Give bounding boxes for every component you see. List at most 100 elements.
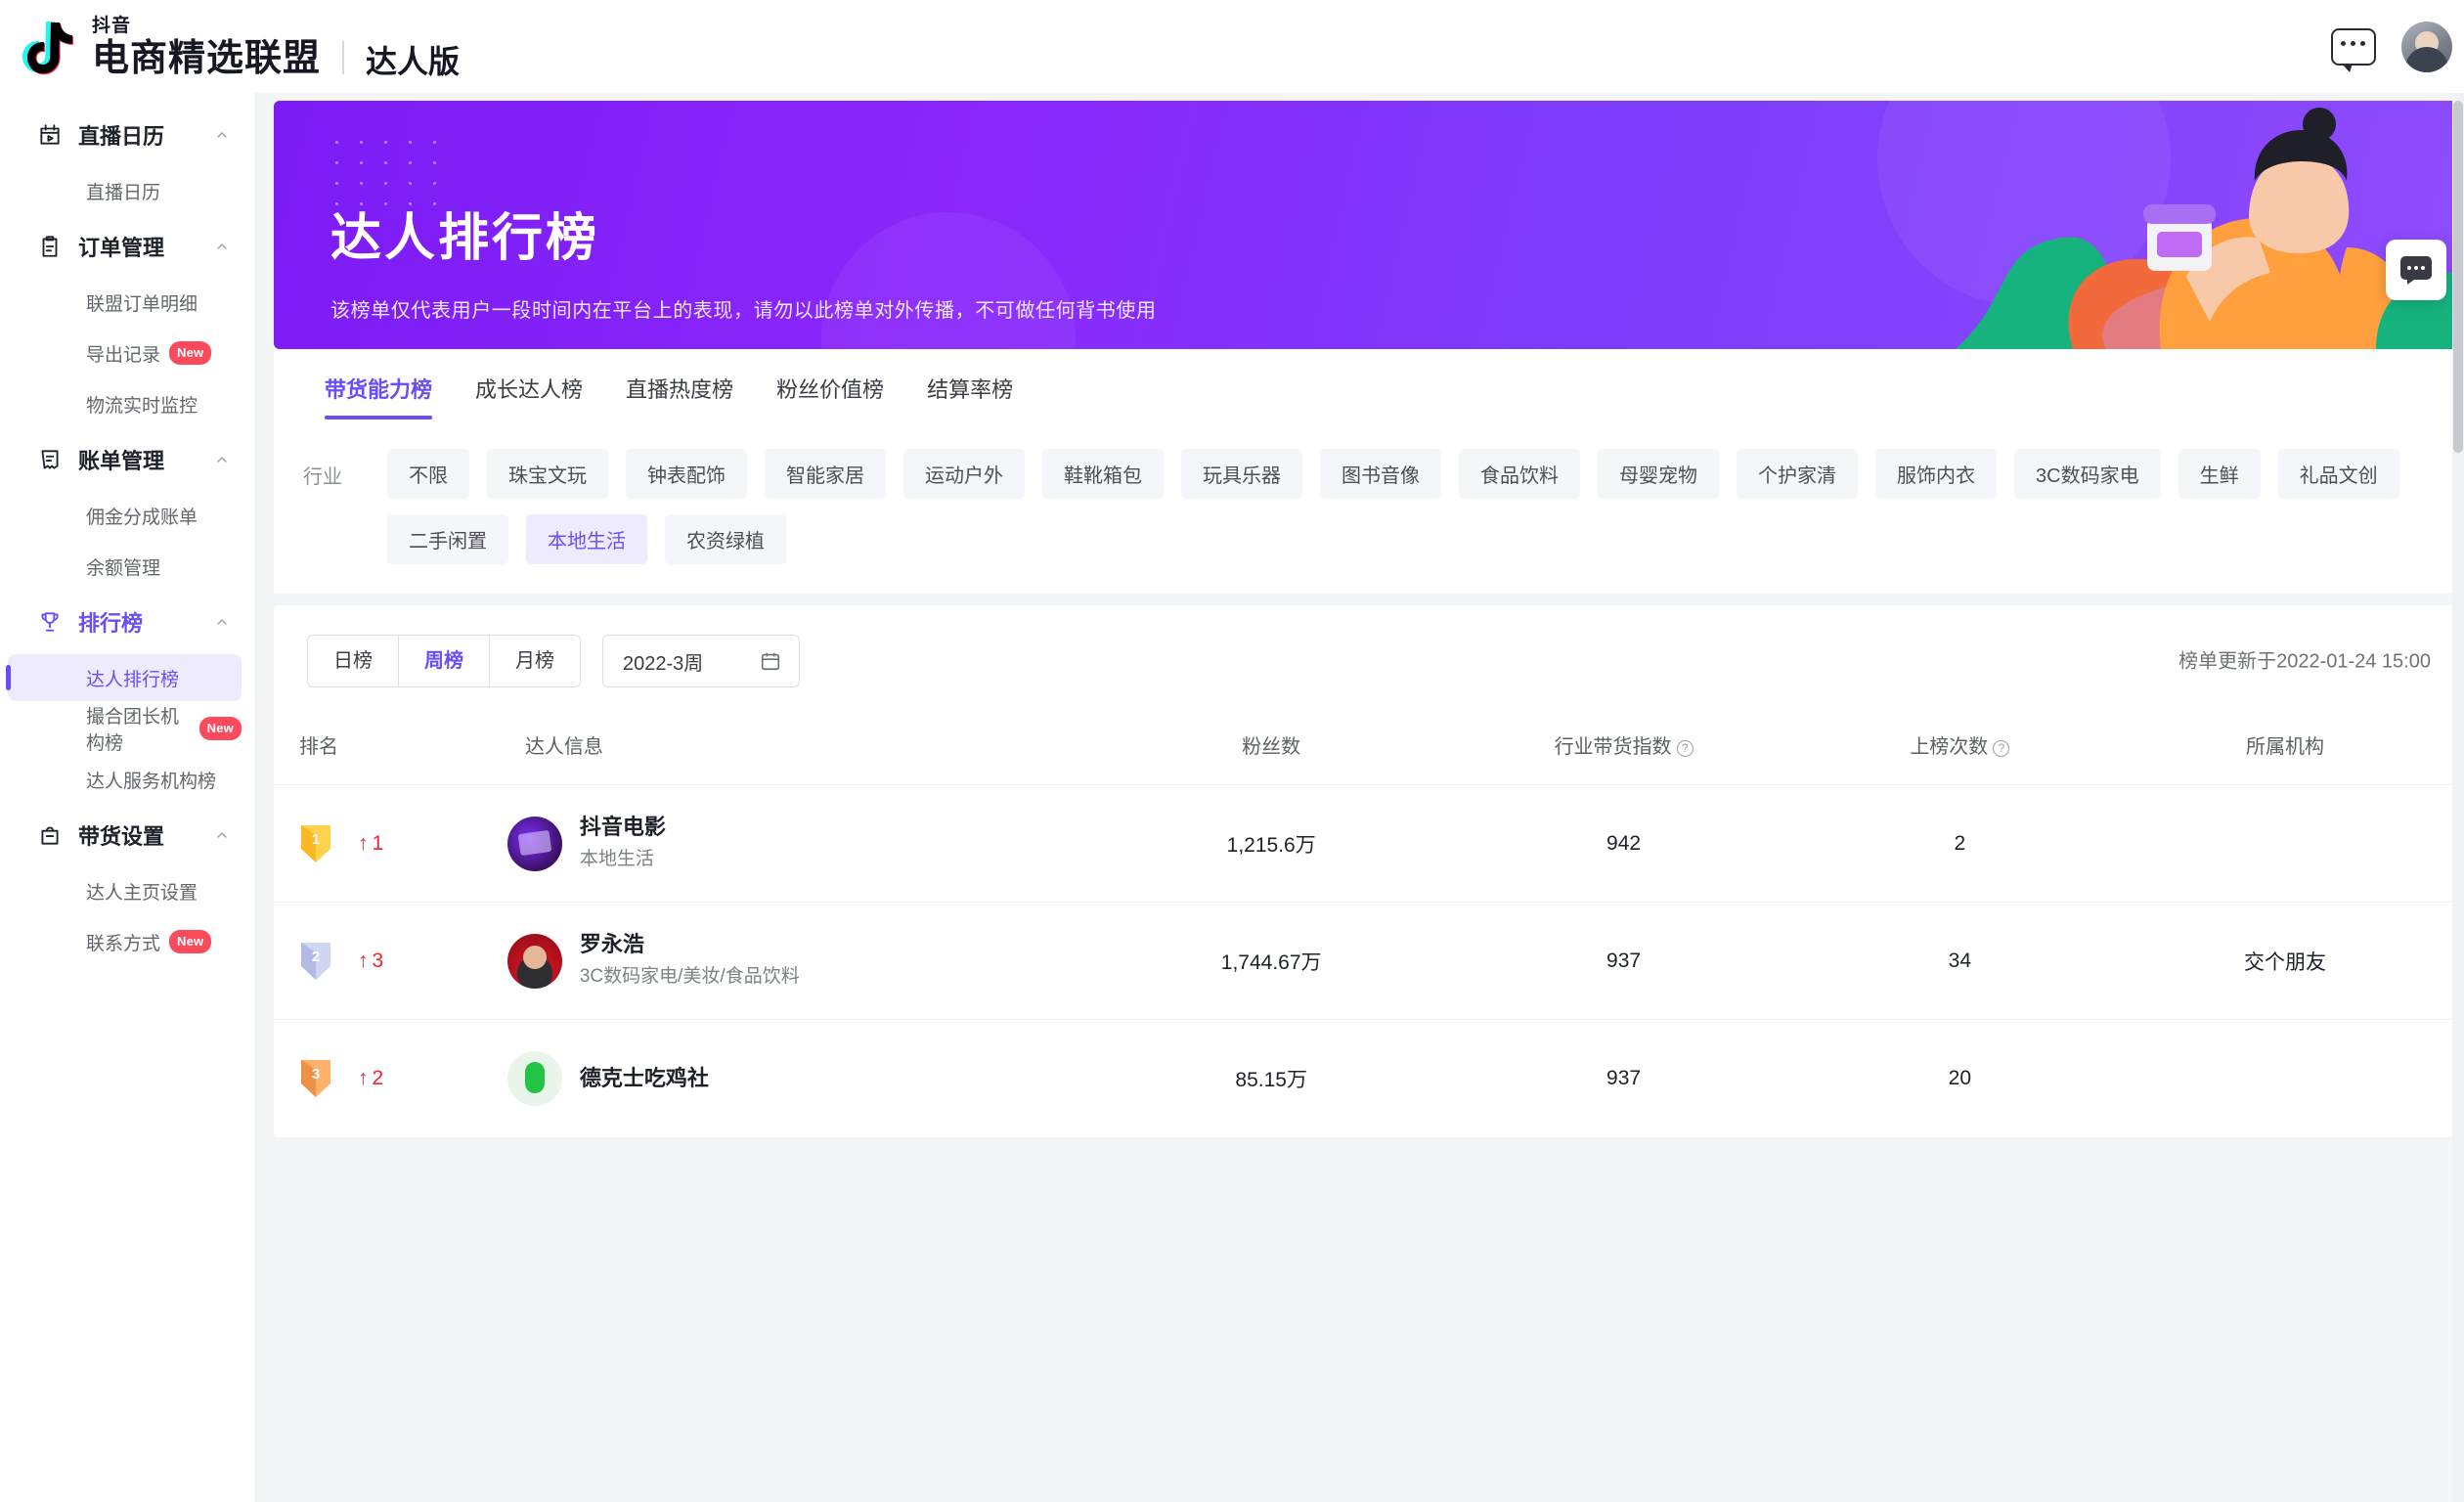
ranking-card: 日榜 周榜 月榜 2022-3周 榜单更新于2022-01-24 15:00 排… <box>274 605 2464 1137</box>
industry-chip-不限[interactable]: 不限 <box>387 449 469 499</box>
industry-chip-生鲜[interactable]: 生鲜 <box>2178 449 2261 499</box>
creator-name[interactable]: 罗永浩 <box>580 930 800 959</box>
douyin-movie-avatar[interactable] <box>506 816 562 871</box>
sidebar-group-直播日历[interactable]: 直播日历 <box>0 107 255 163</box>
column-header-label: 上榜次数 <box>1910 736 1989 758</box>
sidebar-item-联盟订单明细[interactable]: 联盟订单明细 <box>8 279 242 326</box>
tab-结算率榜[interactable]: 结算率榜 <box>905 349 1034 431</box>
tab-粉丝价值榜[interactable]: 粉丝价值榜 <box>755 349 905 431</box>
industry-chip-礼品文创[interactable]: 礼品文创 <box>2277 449 2399 499</box>
brand-superscript: 抖音 <box>92 15 132 36</box>
rank-delta-value: 1 <box>372 831 384 855</box>
cell-fans: 85.15万 <box>1108 1019 1434 1137</box>
medal-icon-bronze: 3 <box>299 1058 332 1099</box>
cell-index: 937 <box>1433 1019 1814 1137</box>
arrow-up-icon: ↑ <box>358 1066 369 1089</box>
tab-直播热度榜[interactable]: 直播热度榜 <box>604 349 755 431</box>
sidebar-item-label: 直播日历 <box>86 182 161 203</box>
period-周榜[interactable]: 周榜 <box>399 636 490 686</box>
chevron-up-icon[interactable] <box>214 239 230 254</box>
cell-creator: 德克士吃鸡社 <box>501 1019 1109 1137</box>
column-header-creator: 达人信息 <box>502 713 1109 785</box>
sidebar-item-余额管理[interactable]: 余额管理 <box>8 543 242 590</box>
industry-chip-个护家清[interactable]: 个护家清 <box>1737 449 1858 499</box>
sidebar-item-直播日历[interactable]: 直播日历 <box>8 167 242 214</box>
luoyonghao-avatar[interactable] <box>506 933 562 989</box>
table-row[interactable]: 1 ↑ 1 抖音电影 本地生活 1,215.6万 942 2 <box>274 784 2464 903</box>
clipboard-icon <box>37 234 63 259</box>
industry-chip-本地生活[interactable]: 本地生活 <box>526 514 647 564</box>
page-scrollbar-thumb[interactable] <box>2453 101 2463 453</box>
chat-bubble-icon[interactable] <box>2331 27 2376 72</box>
industry-chip-运动户外[interactable]: 运动户外 <box>903 449 1025 499</box>
cell-index: 937 <box>1433 902 1814 1020</box>
cell-org <box>2106 784 2464 903</box>
rank-delta: ↑ 3 <box>358 950 383 973</box>
date-picker[interactable]: 2022-3周 <box>602 635 801 687</box>
industry-chip-珠宝文玩[interactable]: 珠宝文玩 <box>487 449 608 499</box>
creator-category: 本地生活 <box>579 849 654 870</box>
sidebar-item-撮合团长机构榜[interactable]: 撮合团长机构榜 New <box>8 705 242 754</box>
sidebar-group-带货设置[interactable]: 带货设置 <box>0 807 255 863</box>
avatar[interactable] <box>2401 21 2452 72</box>
sidebar-item-导出记录[interactable]: 导出记录 New <box>8 330 242 376</box>
top-bar: 抖音 电商精选联盟 达人版 <box>0 0 2464 93</box>
brand-logo[interactable]: 抖音 电商精选联盟 达人版 <box>18 16 461 79</box>
chevron-up-icon[interactable] <box>214 827 230 843</box>
industry-chip-服饰内衣[interactable]: 服饰内衣 <box>1875 449 1997 499</box>
sidebar-item-达人主页设置[interactable]: 达人主页设置 <box>8 867 242 914</box>
sidebar-item-达人服务机构榜[interactable]: 达人服务机构榜 <box>8 756 242 803</box>
sidebar-item-物流实时监控[interactable]: 物流实时监控 <box>8 380 242 427</box>
industry-chip-鞋靴箱包[interactable]: 鞋靴箱包 <box>1042 449 1164 499</box>
cell-rank: 3 ↑ 2 <box>274 1019 502 1137</box>
tabs-panel: 带货能力榜 成长达人榜 直播热度榜 粉丝价值榜 结算率榜 行业 不限 珠宝文玩 钟表配饰 智能… <box>274 349 2464 594</box>
brand-divider <box>342 40 345 74</box>
industry-filter: 行业 不限 珠宝文玩 钟表配饰 智能家居 运动户外 鞋靴箱包 玩具乐器 图书音像 食品饮料 母婴宠… <box>274 431 2464 594</box>
chat-bubble-icon <box>2400 256 2432 285</box>
industry-chip-二手闲置[interactable]: 二手闲置 <box>387 514 508 564</box>
ranking-toolbar: 日榜 周榜 月榜 2022-3周 榜单更新于2022-01-24 15:00 <box>274 605 2464 713</box>
creator-name[interactable]: 抖音电影 <box>580 813 666 842</box>
column-header-rank: 排名 <box>274 713 502 785</box>
sidebar-item-达人排行榜[interactable]: 达人排行榜 <box>8 654 242 701</box>
industry-chip-玩具乐器[interactable]: 玩具乐器 <box>1181 449 1302 499</box>
sidebar-group-排行榜[interactable]: 排行榜 <box>0 594 255 650</box>
industry-chip-食品饮料[interactable]: 食品饮料 <box>1459 449 1580 499</box>
sidebar-group-订单管理[interactable]: 订单管理 <box>0 218 255 275</box>
sidebar-group-账单管理[interactable]: 账单管理 <box>0 431 255 488</box>
tab-bar: 带货能力榜 成长达人榜 直播热度榜 粉丝价值榜 结算率榜 <box>274 349 2464 431</box>
column-header-org: 所属机构 <box>2106 713 2464 785</box>
chevron-up-icon[interactable] <box>214 614 230 630</box>
sidebar-item-联系方式[interactable]: 联系方式 New <box>8 918 242 965</box>
sidebar-group-label: 直播日历 <box>78 124 165 149</box>
industry-chip-3C数码家电[interactable]: 3C数码家电 <box>2014 449 2161 499</box>
body: 直播日历 直播日历 订单管理 联盟订单明细 导出记录 New 物流实时监控 账单管理 佣金分成账… <box>0 93 2464 1502</box>
dexter-chicken-avatar[interactable] <box>506 1050 562 1106</box>
help-icon[interactable]: ? <box>1993 739 2010 757</box>
chevron-up-icon[interactable] <box>214 452 230 467</box>
tab-成长达人榜[interactable]: 成长达人榜 <box>454 349 604 431</box>
help-icon[interactable]: ? <box>1676 739 1694 757</box>
page-scrollbar[interactable] <box>2452 93 2464 1502</box>
industry-chip-母婴宠物[interactable]: 母婴宠物 <box>1598 449 1719 499</box>
floating-chat-button[interactable] <box>2386 240 2446 300</box>
cell-times: 20 <box>1813 1019 2107 1137</box>
period-月榜[interactable]: 月榜 <box>490 636 580 686</box>
cell-creator: 抖音电影 本地生活 <box>501 784 1109 903</box>
sidebar-item-佣金分成账单[interactable]: 佣金分成账单 <box>8 492 242 539</box>
creator-name[interactable]: 德克士吃鸡社 <box>580 1064 709 1093</box>
table-row[interactable]: 3 ↑ 2 德克士吃鸡社 85.15万 937 20 <box>274 1019 2464 1137</box>
receipt-icon <box>37 447 63 472</box>
industry-chip-农资绿植[interactable]: 农资绿植 <box>665 514 786 564</box>
chevron-up-icon[interactable] <box>214 127 230 143</box>
table-row[interactable]: 2 ↑ 3 罗永浩 3C数码家电/美妆/食品饮料 1,744.67万 937 34 交个朋友 <box>274 902 2464 1020</box>
industry-chip-图书音像[interactable]: 图书音像 <box>1320 449 1441 499</box>
industry-chip-钟表配饰[interactable]: 钟表配饰 <box>626 449 747 499</box>
period-segmented-control[interactable]: 日榜 周榜 月榜 <box>307 635 581 687</box>
tab-带货能力榜[interactable]: 带货能力榜 <box>303 349 454 431</box>
sidebar-group-label: 账单管理 <box>78 449 165 473</box>
period-日榜[interactable]: 日榜 <box>308 636 399 686</box>
industry-chip-智能家居[interactable]: 智能家居 <box>765 449 886 499</box>
trophy-icon <box>37 609 63 635</box>
brand-subtitle: 达人版 <box>366 43 461 79</box>
